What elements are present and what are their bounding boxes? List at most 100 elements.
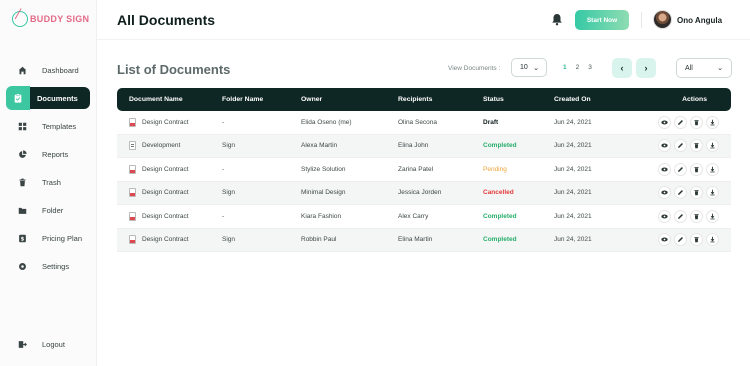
page-number[interactable]: 3 <box>588 64 592 71</box>
delete-icon <box>693 236 700 243</box>
view-button[interactable] <box>658 209 671 223</box>
table-row[interactable]: Design Contract Sign Robbin Paul Elina Mart… <box>117 228 731 252</box>
table-row[interactable]: Design Contract - Stylize Solution Zarina P… <box>117 158 731 182</box>
view-button[interactable] <box>658 115 671 129</box>
download-button[interactable] <box>706 139 719 153</box>
table-row[interactable]: Development Sign Alexa Martin Elina John Com… <box>117 134 731 158</box>
chevron-down-icon: ⌄ <box>533 65 539 72</box>
user-name[interactable]: Ono Angula <box>677 16 722 25</box>
delete-icon <box>693 119 700 126</box>
delete-button[interactable] <box>690 139 703 153</box>
trash-icon <box>16 176 28 188</box>
page-number[interactable]: 2 <box>576 64 580 71</box>
view-button[interactable] <box>658 233 671 247</box>
sidebar-item-label: Templates <box>42 121 77 131</box>
sidebar-item-label: Documents <box>37 93 78 103</box>
view-count-select[interactable]: 10 ⌄ <box>511 58 547 77</box>
owner-cell: Elida Oseno (me) <box>301 118 352 126</box>
page-number[interactable]: 1 <box>563 64 567 71</box>
view-button[interactable] <box>658 162 671 176</box>
recipient-cell: Elina Martin <box>398 236 433 244</box>
download-button[interactable] <box>706 209 719 223</box>
chevron-right-icon: › <box>644 63 648 73</box>
next-page-button[interactable]: › <box>636 58 656 78</box>
view-button[interactable] <box>658 139 671 153</box>
folder-name-cell: - <box>222 165 225 173</box>
status-badge: Completed <box>483 212 517 220</box>
pdf-file-icon <box>129 164 136 174</box>
document-name[interactable]: Design Contract <box>142 166 189 173</box>
sidebar-item-settings[interactable]: Settings <box>8 255 90 277</box>
sidebar-item-reports[interactable]: Reports <box>8 143 90 165</box>
edit-button[interactable] <box>674 162 687 176</box>
sidebar-item-templates[interactable]: Templates <box>8 115 90 137</box>
edit-icon <box>677 166 684 173</box>
pdf-file-icon <box>129 235 136 245</box>
row-actions <box>629 186 731 200</box>
edit-button[interactable] <box>674 115 687 129</box>
owner-cell: Stylize Solution <box>301 165 346 173</box>
start-now-button[interactable]: Start Now <box>575 10 629 30</box>
delete-button[interactable] <box>690 162 703 176</box>
sidebar-item-trash[interactable]: Trash <box>8 171 90 193</box>
delete-button[interactable] <box>690 209 703 223</box>
document-name[interactable]: Development <box>142 142 180 149</box>
delete-button[interactable] <box>690 186 703 200</box>
delete-icon <box>693 142 700 149</box>
bell-icon[interactable] <box>551 13 563 26</box>
clipboard-icon <box>6 86 30 110</box>
download-icon <box>709 213 716 220</box>
edit-button[interactable] <box>674 209 687 223</box>
column-header: Owner <box>301 96 323 103</box>
document-name-cell: Design Contract <box>117 235 222 245</box>
sidebar-item-dashboard[interactable]: Dashboard <box>8 59 90 81</box>
app-logo[interactable]: BUDDY SIGN <box>12 11 89 27</box>
folder-name-cell: - <box>222 118 225 126</box>
view-icon <box>661 142 668 149</box>
download-button[interactable] <box>706 186 719 200</box>
sidebar-item-label: Folder <box>42 205 64 215</box>
logout-button[interactable]: Logout <box>8 333 90 355</box>
view-button[interactable] <box>658 186 671 200</box>
owner-cell: Kiara Fashion <box>301 212 342 220</box>
document-name[interactable]: Design Contract <box>142 236 189 243</box>
logout-label: Logout <box>42 339 65 349</box>
prev-page-button[interactable]: ‹ <box>612 58 632 78</box>
status-badge: Pending <box>483 165 507 173</box>
created-date-cell: Jun 24, 2021 <box>554 118 592 126</box>
download-button[interactable] <box>706 115 719 129</box>
column-header: Document Name <box>129 96 183 103</box>
edit-button[interactable] <box>674 233 687 247</box>
table-body: Design Contract - Elida Oseno (me) Olina Se… <box>117 111 731 252</box>
created-date-cell: Jun 24, 2021 <box>554 212 592 220</box>
created-date-cell: Jun 24, 2021 <box>554 165 592 173</box>
sidebar-item-documents[interactable]: Documents <box>6 86 90 110</box>
status-filter-select[interactable]: All ⌄ <box>676 58 732 78</box>
download-button[interactable] <box>706 233 719 247</box>
table-row[interactable]: Design Contract - Elida Oseno (me) Olina Se… <box>117 111 731 135</box>
document-name[interactable]: Design Contract <box>142 119 189 126</box>
document-name[interactable]: Design Contract <box>142 213 189 220</box>
sidebar-item-pricing-plan[interactable]: $ Pricing Plan <box>8 227 90 249</box>
avatar[interactable] <box>653 10 672 29</box>
owner-cell: Alexa Martin <box>301 142 338 150</box>
view-count-value: 10 <box>520 64 528 71</box>
sidebar-item-folder[interactable]: Folder <box>8 199 90 221</box>
download-icon <box>709 166 716 173</box>
download-button[interactable] <box>706 162 719 176</box>
pdf-file-icon <box>129 117 136 127</box>
recipient-cell: Olina Secona <box>398 118 438 126</box>
table-row[interactable]: Design Contract - Kiara Fashion Alex Carry C… <box>117 205 731 229</box>
grid-icon <box>16 120 28 132</box>
recipient-cell: Jessica Jorden <box>398 189 442 197</box>
table-row[interactable]: Design Contract Sign Minimal Design Jessica… <box>117 181 731 205</box>
delete-button[interactable] <box>690 115 703 129</box>
edit-button[interactable] <box>674 186 687 200</box>
owner-cell: Minimal Design <box>301 189 346 197</box>
edit-button[interactable] <box>674 139 687 153</box>
document-name[interactable]: Design Contract <box>142 189 189 196</box>
delete-icon <box>693 213 700 220</box>
dollar-icon: $ <box>16 232 28 244</box>
logo-text: BUDDY SIGN <box>30 14 90 24</box>
delete-button[interactable] <box>690 233 703 247</box>
